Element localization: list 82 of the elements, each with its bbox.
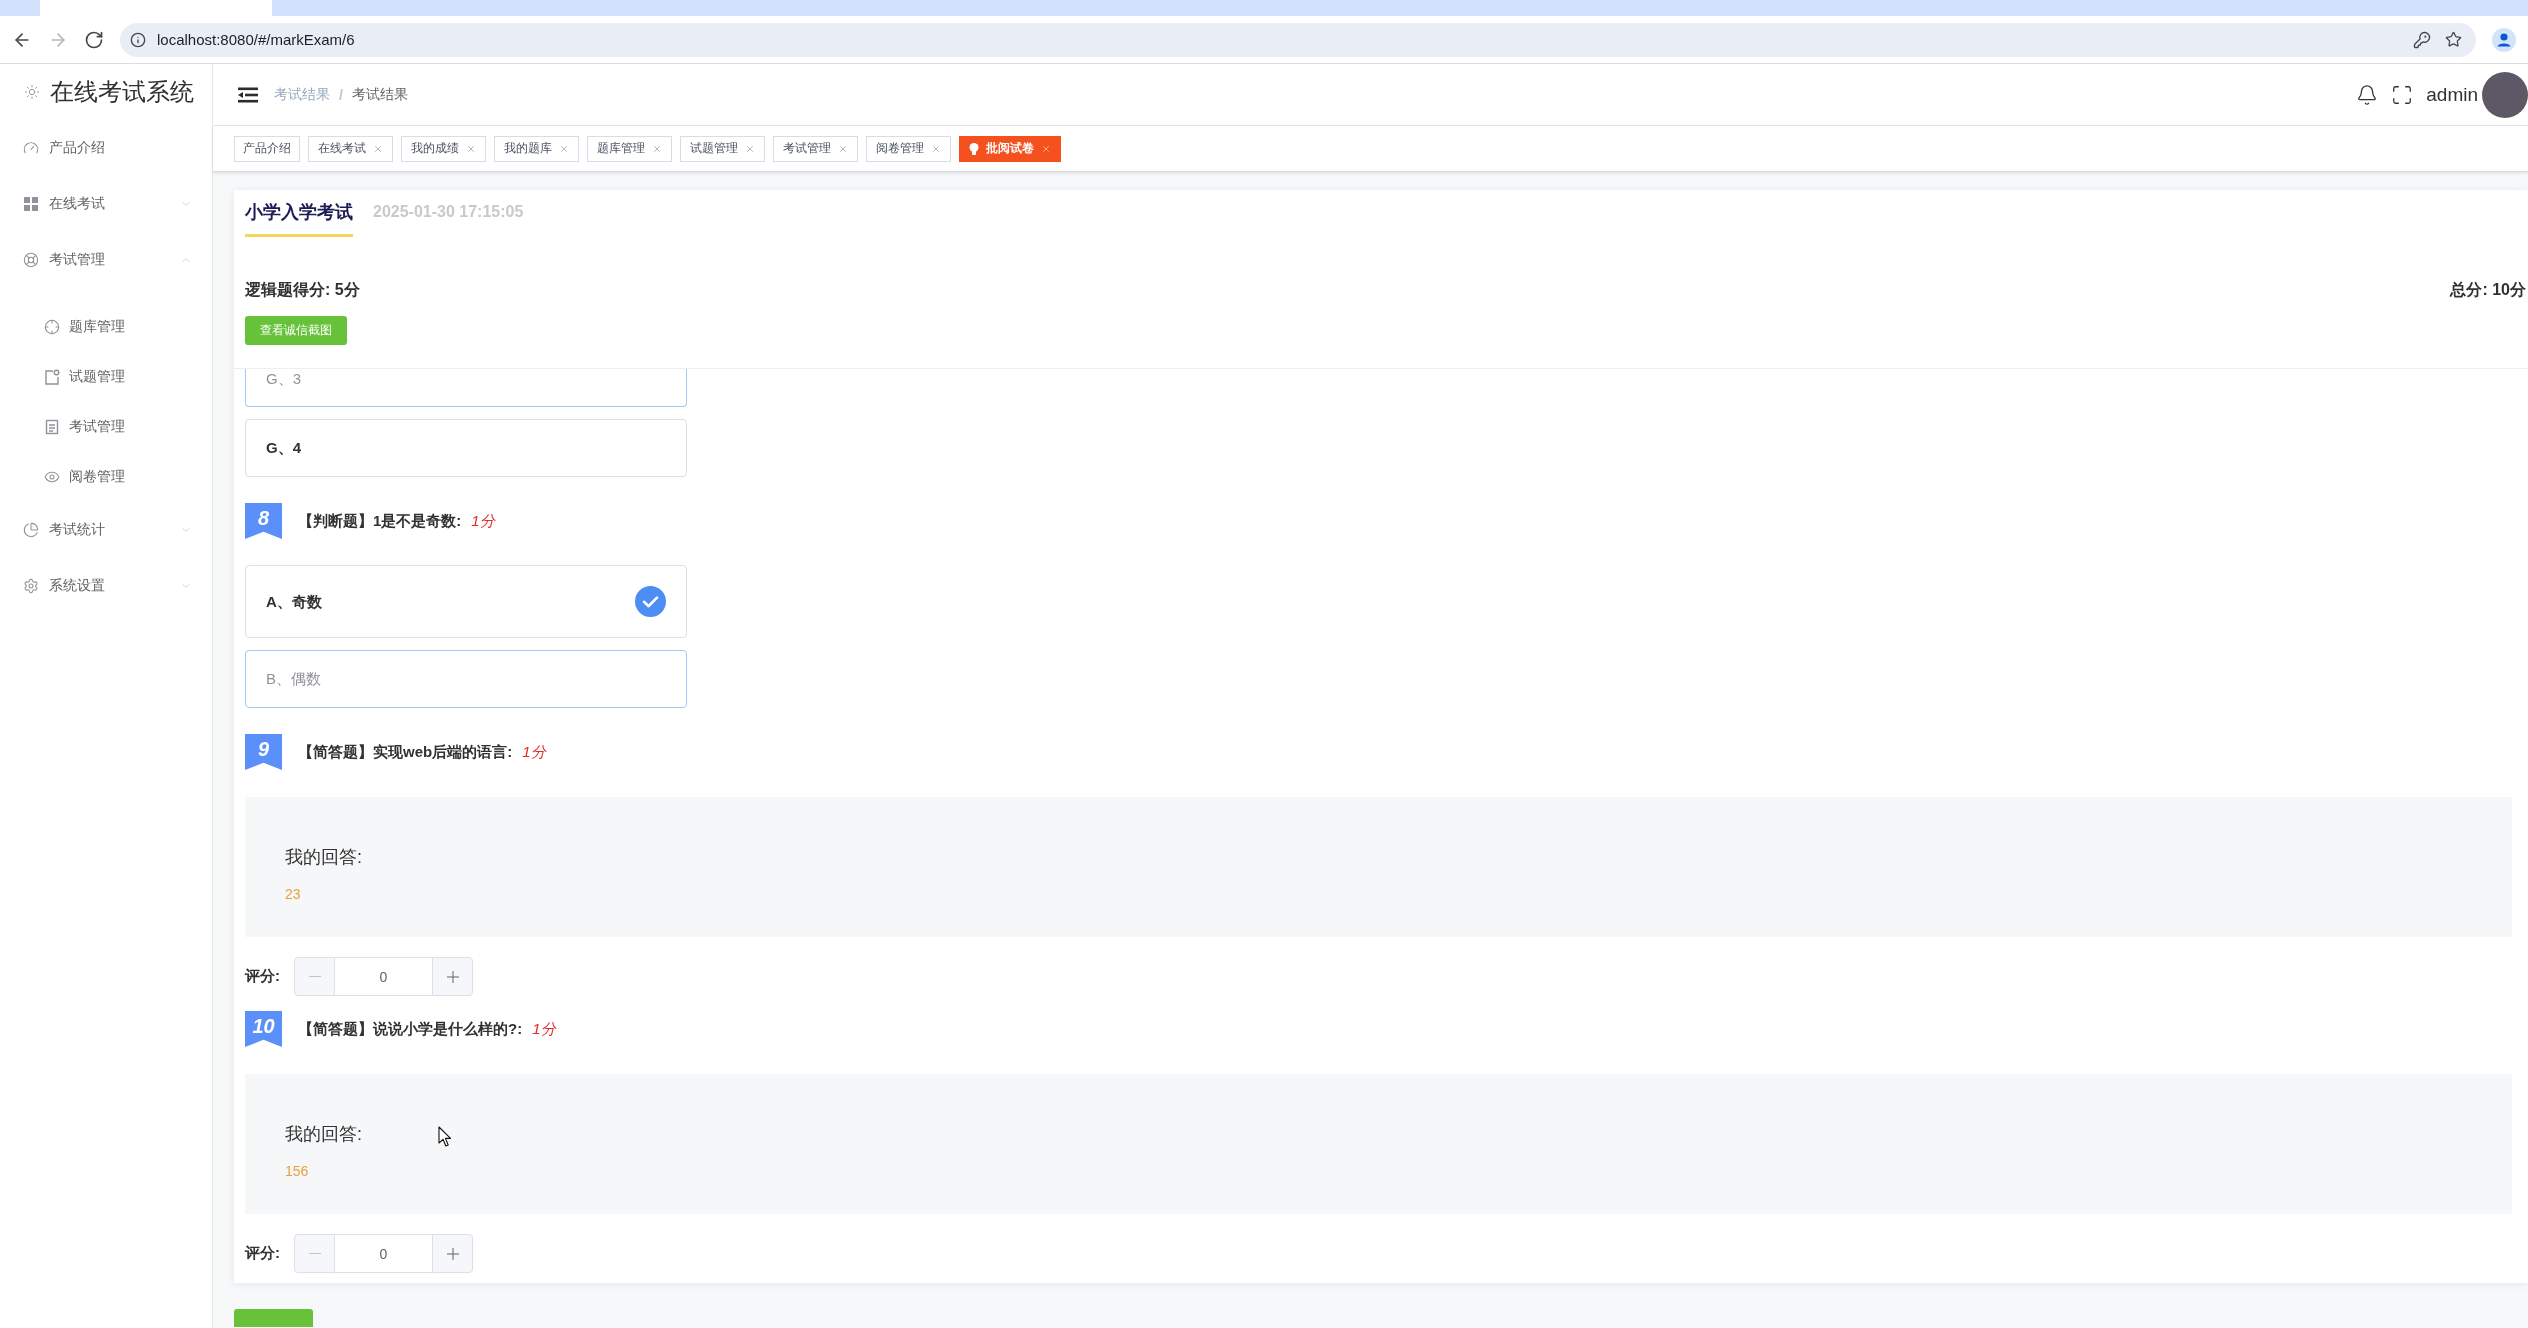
answer-option[interactable]: A、奇数 [245,565,687,638]
question-text: 【判断题】1是不是奇数: [298,511,462,531]
page-tab[interactable]: 试题管理 [680,135,765,162]
page-tab[interactable]: 题库管理 [587,135,672,162]
action-button[interactable] [234,1309,313,1327]
answer-label: 我的回答: [285,1123,362,1146]
increment-button[interactable] [432,1234,473,1273]
close-icon[interactable] [652,143,662,154]
plus-icon [446,1247,459,1260]
menu-icon[interactable] [238,86,258,103]
answer-label: 我的回答: [285,846,362,869]
exam-title[interactable]: 小学入学考试 [245,202,353,237]
page-tab[interactable]: 我的题库 [494,135,579,162]
page-tab[interactable]: 批阅试卷 [959,135,1061,162]
close-icon[interactable] [838,143,848,154]
score-input[interactable]: 0 [335,957,432,996]
pie-chart-icon [23,522,39,538]
close-icon[interactable] [373,143,383,154]
user-name[interactable]: admin [2426,83,2478,106]
rating-label: 评分: [245,967,280,986]
decrement-button[interactable] [294,1234,335,1273]
reload-icon[interactable] [84,29,104,50]
total-score: 总分: 10分 [2450,280,2526,300]
answer-text: 23 [285,885,301,904]
app-title: 在线考试系统 [50,77,194,107]
address-bar[interactable]: localhost:8080/#/markExam/6 [120,22,2476,57]
question-number: 10 [245,1011,282,1047]
check-icon [635,586,666,617]
browser-tab[interactable] [40,0,272,16]
rating-label: 评分: [245,1244,280,1263]
sidebar-item[interactable]: 在线考试 [0,176,212,232]
crosshair-icon [44,319,60,335]
info-icon[interactable] [130,31,146,48]
page-tab[interactable]: 阅卷管理 [866,135,951,162]
sidebar-subitem[interactable]: 题库管理 [0,302,212,352]
close-icon[interactable] [1041,143,1051,154]
sun-icon [24,84,40,100]
lightbulb-icon [969,142,979,155]
gauge-icon [23,140,39,156]
profile-icon[interactable] [2492,27,2516,52]
sidebar-subitem[interactable]: 考试管理 [0,402,212,452]
increment-button[interactable] [432,957,473,996]
sidebar-subitem[interactable]: 阅卷管理 [0,452,212,502]
question-points: 1分 [471,511,495,531]
question-number: 8 [245,503,282,539]
question-points: 1分 [532,1019,556,1039]
page-tab[interactable]: 我的成绩 [401,135,486,162]
sidebar-subitem[interactable]: 试题管理 [0,352,212,402]
fullscreen-icon[interactable] [2391,83,2414,106]
sidebar-item[interactable]: 产品介绍 [0,120,212,176]
star-icon[interactable] [2445,31,2462,48]
answer-option[interactable]: G、4 [245,419,687,477]
answer-text: 156 [285,1162,309,1181]
settings-icon [23,578,39,594]
square-dot-icon [44,369,60,385]
question-points: 1分 [522,742,546,762]
close-icon[interactable] [559,143,569,154]
question-text: 【简答题】实现web后端的语言: [298,742,513,762]
question-text: 【简答题】说说小学是什么样的?: [298,1019,523,1039]
plus-icon [446,970,459,983]
breadcrumb-link[interactable]: 考试结果 [351,85,408,104]
page-tab[interactable]: 考试管理 [773,135,858,162]
close-icon[interactable] [931,143,941,154]
bell-icon[interactable] [2356,83,2379,106]
close-icon[interactable] [466,143,476,154]
page-tab[interactable]: 在线考试 [308,135,393,162]
page-tab[interactable]: 产品介绍 [234,135,300,162]
sidebar-item[interactable]: 系统设置 [0,558,212,614]
document-icon [44,419,60,435]
breadcrumb-separator: / [339,86,343,103]
avatar[interactable] [2482,71,2528,118]
decrement-button[interactable] [294,957,335,996]
lifebuoy-icon [23,252,39,268]
score-input[interactable]: 0 [335,1234,432,1273]
key-icon[interactable] [2413,30,2431,49]
eye-icon [44,469,60,485]
grid-icon [23,196,39,212]
logic-score: 逻辑题得分: 5分 [245,280,360,300]
close-icon[interactable] [745,143,755,154]
sidebar-item[interactable]: 考试管理 [0,232,212,288]
question-number: 9 [245,734,282,770]
sidebar-item[interactable]: 考试统计 [0,502,212,558]
